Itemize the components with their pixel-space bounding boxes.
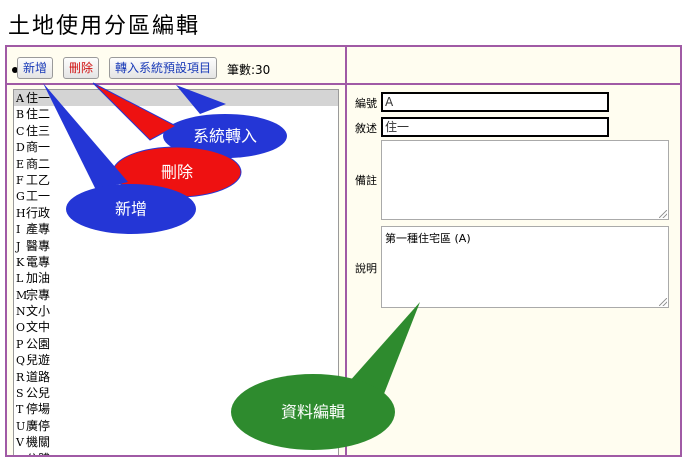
list-item[interactable]: O文中 (14, 319, 338, 335)
edit-pane: 編號 A 敘述 住一 備註 說明 第一種住宅區 (A) (347, 85, 680, 455)
list-item-code: F (16, 173, 24, 187)
explain-text: 第一種住宅區 (A) (385, 232, 471, 245)
list-item[interactable]: Q兒遊 (14, 352, 338, 368)
toolbar-right-cell (347, 47, 680, 85)
list-item[interactable]: L 加油 (14, 270, 338, 286)
list-item-code: C (16, 124, 25, 138)
list-item[interactable]: F 工乙 (14, 172, 338, 188)
list-item-name: 工一 (26, 189, 51, 204)
list-item-code: Q (16, 354, 26, 368)
editor-frame: 新增 刪除 轉入系統預設項目 筆數:30 A 住一 B 住二 C 住三 D商一 E 商二 F 工乙 G… (5, 45, 682, 457)
list-item-code: D (16, 141, 25, 155)
list-item-code: B (16, 108, 25, 122)
list-item[interactable]: C 住三 (14, 123, 338, 139)
list-item[interactable]: J 醫專 (14, 238, 338, 254)
list-item-name: 公園 (26, 336, 51, 351)
list-item-name: 公兒 (26, 386, 51, 401)
list-item[interactable]: T 停場 (14, 401, 338, 417)
list-item[interactable]: P 公園 (14, 336, 338, 352)
resize-grip-icon[interactable] (659, 298, 667, 306)
list-item[interactable]: E 商二 (14, 156, 338, 172)
list-item-code: W (16, 452, 27, 455)
import-defaults-button[interactable]: 轉入系統預設項目 (109, 57, 218, 79)
note-label: 備註 (355, 174, 377, 187)
list-item[interactable]: W公體 (14, 451, 338, 455)
note-textarea[interactable] (381, 140, 669, 220)
list-item-name: 兒遊 (26, 353, 51, 368)
list-item[interactable]: H行政 (14, 205, 338, 221)
list-item-code: M (16, 288, 28, 302)
list-item-name: 停場 (26, 402, 51, 417)
list-item-code: L (16, 272, 24, 286)
list-item-code: J (16, 239, 21, 253)
list-item[interactable]: U廣停 (14, 418, 338, 434)
list-item[interactable]: N文小 (14, 303, 338, 319)
list-item-code: U (16, 419, 26, 433)
list-item-name: 行政 (26, 205, 51, 220)
list-item-code: N (16, 305, 26, 319)
list-item[interactable]: I 產專 (14, 221, 338, 237)
list-item-name: 廣停 (26, 418, 51, 433)
list-item[interactable]: V 機關 (14, 434, 338, 450)
list-item-name: 住一 (26, 91, 51, 105)
list-item-name: 加油 (26, 271, 51, 286)
description-label: 敘述 (355, 122, 377, 135)
list-item-code: H (16, 206, 26, 220)
list-item[interactable]: R 道路 (14, 369, 338, 385)
list-item[interactable]: A 住一 (14, 90, 338, 107)
list-item-name: 工乙 (26, 172, 51, 187)
list-item[interactable]: G工一 (14, 188, 338, 204)
code-label: 編號 (355, 97, 377, 110)
record-count: 筆數:30 (227, 63, 271, 77)
list-item[interactable]: B 住二 (14, 106, 338, 122)
resize-grip-icon[interactable] (659, 210, 667, 218)
list-item-name: 道路 (26, 369, 51, 384)
delete-button[interactable]: 刪除 (63, 57, 100, 79)
list-item-code: K (16, 255, 25, 269)
list-pane: A 住一 B 住二 C 住三 D商一 E 商二 F 工乙 G工一 H行政 I 產專 J 醫專 K 電專 L 加油 M宗專 N… (7, 85, 347, 455)
description-input[interactable]: 住一 (381, 117, 609, 137)
list-item-name: 商一 (26, 140, 51, 155)
list-item-name: 機關 (26, 435, 51, 450)
list-item-name: 文中 (26, 320, 51, 335)
list-item-name: 公體 (26, 452, 50, 455)
toolbar: 新增 刪除 轉入系統預設項目 筆數:30 (7, 47, 347, 85)
explain-textarea[interactable]: 第一種住宅區 (A) (381, 226, 669, 308)
list-item[interactable]: M宗專 (14, 287, 338, 303)
list-item-code: P (16, 337, 24, 351)
list-item[interactable]: D商一 (14, 139, 338, 155)
list-item-code: A (16, 92, 24, 105)
list-item-code: V (16, 436, 24, 450)
list-item[interactable]: K 電專 (14, 254, 338, 270)
list-item-name: 商二 (26, 156, 51, 171)
explain-label: 說明 (355, 262, 377, 275)
add-button[interactable]: 新增 (17, 57, 54, 79)
list-item-name: 住三 (26, 123, 51, 138)
list-item[interactable]: S 公兒 (14, 385, 338, 401)
page-title: 土地使用分區編輯 (8, 14, 201, 39)
list-item-name: 醫專 (26, 238, 51, 253)
zone-listbox[interactable]: A 住一 B 住二 C 住三 D商一 E 商二 F 工乙 G工一 H行政 I 產專 J 醫專 K 電專 L 加油 M宗專 N… (13, 89, 339, 455)
list-item-code: E (16, 157, 25, 171)
list-item-code: G (16, 190, 25, 204)
list-item-name: 文小 (26, 304, 51, 319)
list-item-code: S (16, 387, 24, 401)
list-item-code: T (16, 403, 24, 417)
list-item-name: 住二 (26, 107, 51, 122)
list-item-name: 電專 (26, 254, 51, 269)
list-item-name: 宗專 (26, 287, 51, 302)
list-item-code: R (16, 370, 25, 384)
list-item-code: O (16, 321, 26, 335)
list-item-code: I (16, 223, 21, 237)
code-input[interactable]: A (381, 92, 609, 112)
list-item-name: 產專 (26, 222, 51, 237)
